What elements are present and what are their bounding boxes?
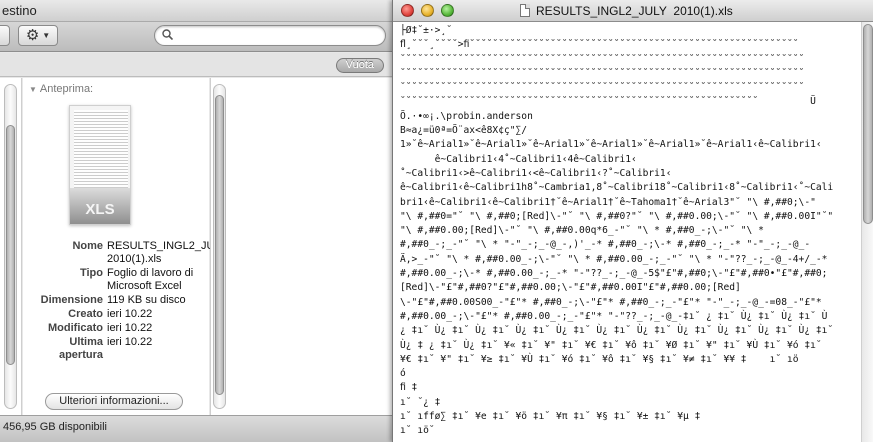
document-scroll-thumb[interactable] [863,24,873,224]
document-text[interactable]: ├Ø‡˘±·>¸˘ ﬂ¸˘˘˘¸˘˘˘˘>ﬁ˘˘˘˘˘˘˘˘˘˘˘˘˘˘˘˘˘˘˘… [400,24,855,439]
finder-title-bar[interactable]: estino [0,0,392,22]
desktop: estino ⚙ ▼ Vuota ▼ Anteprima: XLS Nome R… [0,0,873,442]
document-line: 1»˘ê~Arial1»˘ê~Arial1»˘ê~Arial1»˘ê~Arial… [400,139,822,151]
right-column-scrollbar[interactable] [213,84,226,409]
search-field[interactable] [154,25,386,46]
document-line: ├Ø‡˘±·>¸˘ [400,25,452,36]
document-line: #,##0.00_-;\-* #,##0.00_-;_-* "-"??_-;_-… [400,268,828,280]
document-line: ﬁ ‡ [400,382,418,394]
document-line: ó [400,368,406,380]
finder-column-right [210,78,392,415]
info-value: Foglio di lavoro di Microsoft Excel [107,267,194,292]
document-line: \-"£"#,##0.00S00_-"£"* #,##0_-;\-"£"* #,… [400,296,822,308]
finder-toolbar: ⚙ ▼ [0,22,392,52]
document-line: Ù¿ ‡ ¿ ‡ı˘ Ù¿ ‡ı˘ ¥« ‡ı˘ ¥" ‡ı˘ ¥€ ‡ı˘ ¥… [400,339,822,351]
info-row-last-opened: Ultima apertura ieri 10.22 [23,336,209,362]
empty-trash-button[interactable]: Vuota [335,58,384,73]
document-scrollbar[interactable] [861,22,873,442]
file-type-label: XLS [85,201,115,218]
info-key: Creato [68,308,103,320]
left-column-scrollbar[interactable] [4,84,17,409]
disk-space-status: 456,95 GB disponibili [3,421,107,433]
chevron-down-icon: ▼ [42,31,51,40]
finder-column-left [0,78,22,415]
close-window-button[interactable] [401,4,414,17]
document-line: ı˘ ˘¿ ‡ [400,396,441,408]
info-key: Modificato [48,322,103,334]
left-scroll-thumb[interactable] [6,125,15,365]
document-line: ˘˘˘˘˘˘˘˘˘˘˘˘˘˘˘˘˘˘˘˘˘˘˘˘˘˘˘˘˘˘˘˘˘˘˘˘˘˘˘˘… [400,67,805,79]
file-thumbnail[interactable]: XLS [69,105,131,225]
zoom-window-button[interactable] [441,4,454,17]
preview-header-label: Anteprima: [39,83,94,95]
preview-header[interactable]: ▼ Anteprima: [29,83,93,95]
minimize-window-button[interactable] [421,4,434,17]
finder-window: estino ⚙ ▼ Vuota ▼ Anteprima: XLS Nome R… [0,0,392,442]
right-scroll-thumb[interactable] [215,95,224,395]
info-value: 119 KB su disco [107,294,186,306]
document-line: ı˘ ıö˘ [400,425,435,437]
finder-window-title: estino [2,3,37,18]
document-line: ˘˘˘˘˘˘˘˘˘˘˘˘˘˘˘˘˘˘˘˘˘˘˘˘˘˘˘˘˘˘˘˘˘˘˘˘˘˘˘˘… [400,53,805,65]
document-line: ê~Calibri1‹4˚~Calibri1‹4ê~Calibri1‹ [400,153,637,165]
info-key: Ultima apertura [58,336,103,361]
info-row-size: Dimensione 119 KB su disco [23,294,209,307]
info-value: RESULTS_INGL2_JULY 2010(1).xls [107,240,227,265]
document-line: #,##0.00_-;\-"£"* #,##0.00_-;_-"£"* "-"?… [400,310,828,322]
file-info: Nome RESULTS_INGL2_JULY 2010(1).xls Tipo… [23,240,227,363]
document-line: "\ #,##0.00;[Red]\-"˘ "\ #,##0.00q*6_-"˘… [400,225,764,237]
document-line: ı˘ ıffø∑ ‡ı˘ ¥e ‡ı˘ ¥ö ‡ı˘ ¥π ‡ı˘ ¥§ ‡ı˘… [400,411,701,423]
more-info-button[interactable]: Ulteriori informazioni... [45,393,183,410]
document-line: ê~Calibri1‹ê~Calibri1h8˚~Cambria1,8˚~Cal… [400,182,834,194]
document-line: ˘˘˘˘˘˘˘˘˘˘˘˘˘˘˘˘˘˘˘˘˘˘˘˘˘˘˘˘˘˘˘˘˘˘˘˘˘˘˘˘… [400,96,816,108]
document-line: ˚~Calibri1‹>ê~Calibri1‹<ê~Calibri1‹?˚~Ca… [400,167,672,179]
info-row-created: Creato ieri 10.22 [23,308,209,321]
disclosure-triangle-icon[interactable]: ▼ [29,85,37,94]
document-line: B≈a¿=ü0ª=Õ¨ax<ê8X¢ç"∑/ [400,125,528,137]
textedit-window: RESULTS_INGL2_JULY 2010(1).xls ├Ø‡˘±·>¸˘… [392,0,873,442]
spreadsheet-preview-lines [74,110,128,190]
action-menu-button[interactable]: ⚙ ▼ [18,25,58,46]
finder-status-bar: 456,95 GB disponibili [0,415,392,442]
document-title: RESULTS_INGL2_JULY 2010(1).xls [536,4,733,18]
gear-icon: ⚙ [25,27,40,44]
info-row-type: Tipo Foglio di lavoro di Microsoft Excel [23,267,209,293]
document-line: Ä,>_-"˘ "\ * #,##0.00_-;\-"˘ "\ * #,##0.… [400,253,828,265]
search-input[interactable] [177,28,377,43]
document-line: ˘˘˘˘˘˘˘˘˘˘˘˘˘˘˘˘˘˘˘˘˘˘˘˘˘˘˘˘˘˘˘˘˘˘˘˘˘˘˘˘… [400,82,805,94]
info-row-name: Nome RESULTS_INGL2_JULY 2010(1).xls [23,240,227,266]
view-button[interactable] [0,25,10,46]
document-line: bri1‹ê~Calibri1‹ê~Calibri1†˘ê~Arial1†˘ê~… [400,196,816,208]
document-icon[interactable] [520,4,530,17]
document-line: #,##0_-;_-"˘ "\ * "-"_-;_-@_-,)'_-* #,##… [400,239,811,251]
info-row-modified: Modificato ieri 10.22 [23,322,209,335]
document-line: ¿ ‡ı˘ Ù¿ ‡ı˘ Ù¿ ‡ı˘ Ù¿ ‡ı˘ Ù¿ ‡ı˘ Ù¿ ‡ı˘… [400,325,834,337]
search-icon [162,29,173,40]
document-line: ﬂ¸˘˘˘¸˘˘˘˘>ﬁ˘˘˘˘˘˘˘˘˘˘˘˘˘˘˘˘˘˘˘˘˘˘˘˘˘˘˘˘… [400,39,799,51]
info-key: Tipo [79,267,103,279]
info-value: ieri 10.22 [107,336,153,348]
info-value: ieri 10.22 [107,322,153,334]
info-value: ieri 10.22 [107,308,153,320]
document-line: ¥€ ‡ı˘ ¥" ‡ı˘ ¥≥ ‡ı˘ ¥Ù ‡ı˘ ¥ó ‡ı˘ ¥ô ‡ı… [400,353,799,365]
finder-path-bar: Vuota [0,53,392,77]
info-key: Nome [72,240,103,252]
document-line: "\ #,##0="˘ "\ #,##0;[Red]\-"˘ "\ #,##0?… [400,210,834,222]
info-key: Dimensione [40,294,103,306]
document-text-area[interactable]: ├Ø‡˘±·>¸˘ ﬂ¸˘˘˘¸˘˘˘˘>ﬁ˘˘˘˘˘˘˘˘˘˘˘˘˘˘˘˘˘˘˘… [393,22,861,442]
document-line: Õ.·•∞¡.\probin.anderson [400,110,533,122]
document-line: [Red]\-"£"#,##0?"£"#,##0.00;\-"£"#,##0.0… [400,282,741,294]
textedit-title-bar[interactable]: RESULTS_INGL2_JULY 2010(1).xls [393,0,873,22]
